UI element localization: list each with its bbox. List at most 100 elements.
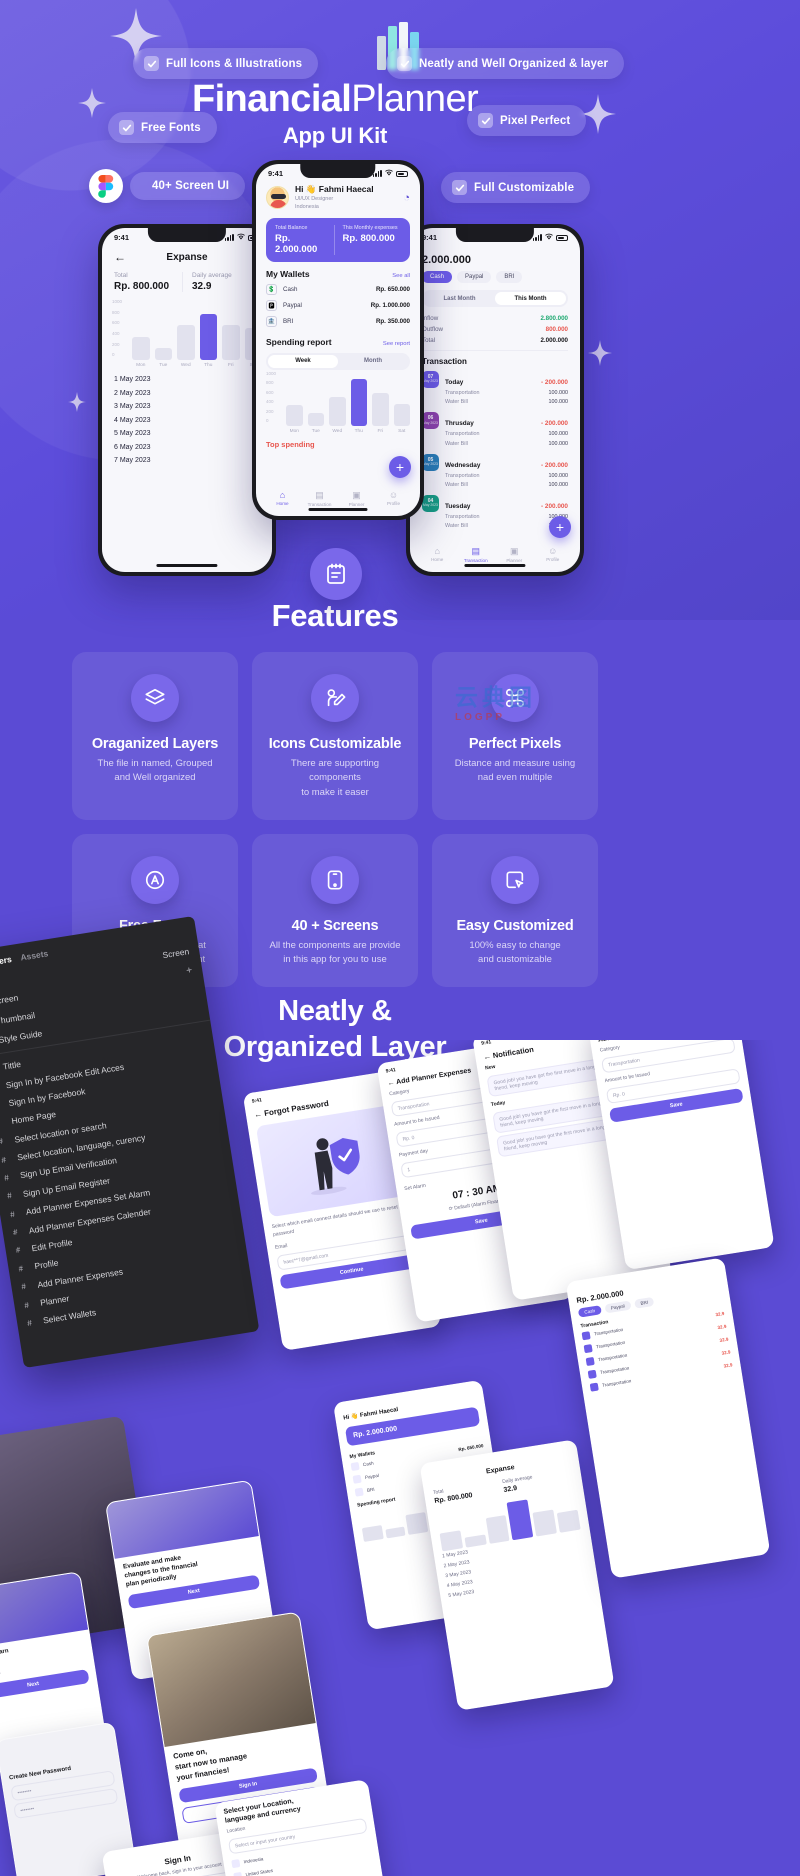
desc-line: 100% easy to change [469,939,561,951]
feature-card-perfect-pixels[interactable]: Perfect Pixels Distance and measure usin… [432,652,598,820]
wallet-row[interactable]: 💲 Cash Rp. 650.000 [256,282,420,298]
feature-card-screens[interactable]: 40 + Screens All the components are prov… [252,833,418,988]
transaction-name: Transportation [445,431,480,438]
wallets-header: My Wallets See all [256,262,420,282]
chart-x-axis: MonTueWedThuFriSat [132,363,262,368]
see-report-link[interactable]: See report [383,341,410,347]
command-icon [491,674,539,722]
wallet-row[interactable]: 🅿 Paypal Rp. 1.000.000 [256,298,420,314]
date-badge: 04 May 2023 [422,495,439,513]
tab-icon: ▤ [471,546,480,556]
desc-line: in this app for you to use [283,954,387,965]
flag-icon [231,1858,241,1868]
segment-this-month[interactable]: This Month [495,292,566,305]
date-item: 5 May 2023 [114,430,151,437]
spending-bar-chart: 1000 800 600 400 200 0 Mon Tue Wed Thu Fri Sa… [256,370,420,436]
transaction-row[interactable]: 07 May 2023 Today Transportation Water Bill -… [410,369,580,410]
bottom-tab-bar[interactable]: ⌂ Home ▤ Transaction ▣ Planner ☺ Profile [410,546,580,563]
x-tick: Fri [227,363,234,368]
wallet-row[interactable]: 🏦 BRI Rp. 350.000 [256,314,420,330]
mini-screen-transaction[interactable]: Rp. 2.000.000 Cash Paypal BRI Transaction … [565,1257,771,1579]
tab-profile[interactable]: ☺ Profile [375,490,412,507]
feature-pill-neatly-organized[interactable]: Neatly and Well Organized & layer [386,48,625,79]
wallet-chip[interactable]: BRI [496,271,523,283]
balance-value: Rp. 2.000.000 [352,1425,398,1440]
transaction-amount: 100.000 [548,472,569,479]
bottom-tab-bar[interactable]: ⌂ Home ▤ Transaction ▣ Planner ☺ Profile [256,490,420,507]
average-label: Daily average [192,272,232,279]
flow-row: Outflow 800.000 [410,324,580,335]
segment-month[interactable]: Month [338,355,408,368]
feature-pill-full-customizable[interactable]: Full Customizable [441,172,591,203]
tab-planner[interactable]: ▣ Planner [495,546,534,563]
report-header: Spending report See report [256,330,420,350]
wallet-amount: Rp. 350.000 [375,318,410,325]
segment-last-month[interactable]: Last Month [424,292,495,305]
transaction-row[interactable]: 05 May 2023 Wednesday Transportation Water B… [410,452,580,493]
phone-screen: 9:41 ← Expanse Total Rp. 800.000 Daily a… [102,228,272,572]
screens-collage: want to learn stand how ge finances Next… [0,1040,800,1876]
tab-home[interactable]: ⌂ Home [264,490,301,507]
feature-card-icons-customizable[interactable]: Icons Customizable There are supporting … [252,652,418,820]
x-tick: Thu [204,363,213,368]
chart-bar [177,325,195,360]
add-button[interactable]: + [389,456,411,478]
transaction-info: Wednesday Transportation Water Bill [445,454,535,490]
tab-profile[interactable]: ☺ Profile [534,546,573,563]
wallet-chip[interactable]: Cash [422,271,453,283]
segment-week[interactable]: Week [268,354,338,368]
top-spending-label: Top spending [266,439,315,449]
wallet-chip[interactable]: BRI [633,1296,655,1309]
wallet-chip[interactable]: Paypal [457,271,492,283]
transaction-day: Thrusday [445,420,474,428]
transaction-row[interactable]: 06 May 2023 Thrusday Transportation Water Bi… [410,410,580,451]
y-tick: 600 [112,320,120,326]
tab-assets[interactable]: Assets [20,948,49,962]
chart-y-axis: 1000 800 600 400 200 0 [266,371,276,424]
report-segmented-control[interactable]: Week Month [266,352,410,370]
total-label: Total [114,272,128,279]
add-page-icon[interactable]: + [185,964,192,976]
feature-pill-label: Full Customizable [474,181,575,194]
feature-pill-label: Full Icons & Illustrations [166,57,303,70]
home-header: Hi 👋 Fahmi Haecal UI/UX Designer Indones… [256,180,420,216]
transaction-total: - 200.000 [540,379,568,386]
date-item: 3 May 2023 [114,403,151,410]
date-badge: 06 May 2023 [422,412,439,430]
tab-layers[interactable]: Layers [0,954,12,968]
transaction-name: Transportation [445,390,480,396]
y-tick: 800 [266,380,274,385]
desc-line: The file in named, Grouped [97,758,213,769]
date-item: 7 May 2023 [114,457,151,464]
tab-icon: ☺ [548,546,558,556]
transaction-total: - 200.000 [540,461,568,469]
expanse-header: ← Expanse [102,244,272,268]
tab-home[interactable]: ⌂ Home [418,546,457,563]
month-segmented-control[interactable]: Last Month This Month [422,290,568,307]
transaction-name: Water Bill [445,399,468,406]
tab-transaction[interactable]: ▤ Transaction [301,490,338,507]
notification-bell-icon[interactable]: ◔ [403,192,410,204]
landing-page: Full Icons & Illustrations Neatly and We… [0,0,800,1876]
transaction-list: 07 May 2023 Today Transportation Water Bill -… [410,369,580,535]
add-button[interactable]: + [549,516,571,538]
expanse-stats: Total Rp. 800.000 Daily average 32.9 [102,268,272,298]
feature-card-organized-layers[interactable]: Oraganized Layers The file in named, Gro… [72,652,238,820]
user-info: Hi 👋 Fahmi Haecal UI/UX Designer Indones… [295,184,374,212]
chart-bar [154,348,172,360]
feature-pill-screen-ui[interactable]: 40+ Screen UI [130,172,246,200]
see-all-link[interactable]: See all [392,273,410,279]
status-time: 9:41 [268,169,284,178]
wallet-chips[interactable]: Cash Paypal BRI [410,269,580,288]
tab-planner[interactable]: ▣ Planner [338,490,375,507]
feature-card-easy-customized[interactable]: Easy Customized 100% easy to change and c… [432,833,598,988]
feature-pill-label: Neatly and Well Organized & layer [419,57,609,70]
bank-icon: 🏦 [266,316,277,327]
chart-bar [350,378,367,426]
mini-screen-expanse[interactable]: Expanse Total Rp. 800.000 Daily average … [419,1439,615,1711]
phone-screen: 9:41 2.000.000 Cash Paypal BRI Last Month … [410,228,580,572]
phone-mockup-transaction: 9:41 2.000.000 Cash Paypal BRI Last Month … [406,224,584,576]
transaction-day: Wednesday [445,461,481,469]
feature-pill-full-icons[interactable]: Full Icons & Illustrations [133,48,319,79]
tab-transaction[interactable]: ▤ Transaction [457,546,496,563]
